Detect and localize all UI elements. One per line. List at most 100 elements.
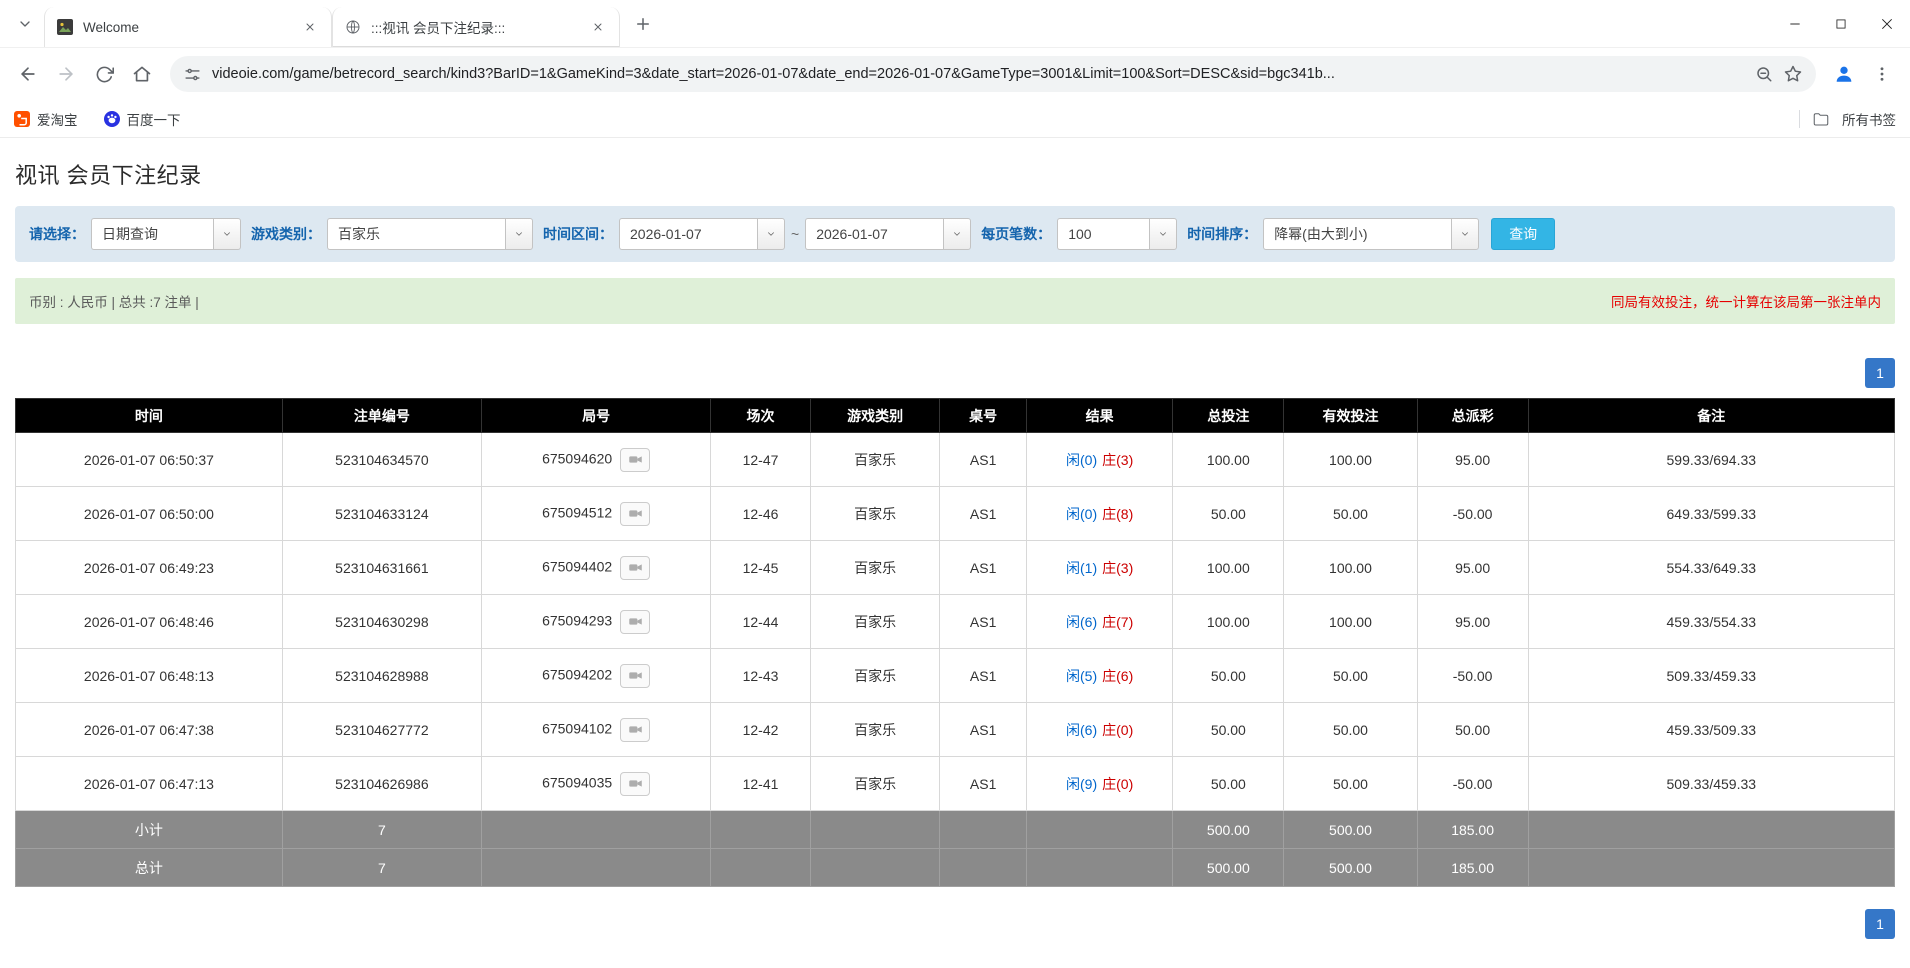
date-start-select[interactable]: 2026-01-07 [619, 218, 785, 250]
baidu-icon [103, 110, 120, 127]
sort-value[interactable]: 降幂(由大到小) [1263, 218, 1452, 250]
subtotal-row: 小计 7 500.00 500.00 185.00 [15, 810, 1896, 849]
cell-time: 2026-01-07 06:47:38 [15, 702, 283, 757]
cell-total-bet[interactable]: 50.00 [1172, 756, 1285, 811]
video-replay-button[interactable] [620, 771, 651, 796]
maximize-button[interactable] [1818, 0, 1864, 48]
search-button[interactable]: 查询 [1491, 218, 1556, 250]
cell-note: 554.33/649.33 [1527, 540, 1896, 595]
browser-window: Welcome :::视讯 会员下注纪录::: videoie.com/game… [0, 0, 1910, 968]
col-round: 局号 [480, 398, 712, 433]
cell-valid-bet: 50.00 [1283, 486, 1418, 541]
col-session: 场次 [710, 398, 811, 433]
pagination-top: 1 [15, 358, 1895, 388]
bookmark-taobao[interactable]: 爱淘宝 [14, 109, 78, 129]
cell-round: 675094102 [480, 702, 712, 757]
cell-total-bet[interactable]: 50.00 [1172, 486, 1285, 541]
tab-search-button[interactable] [10, 9, 40, 39]
result-banker: 庄(0) [1102, 775, 1134, 792]
tab-close-icon[interactable] [301, 18, 319, 36]
chevron-down-icon[interactable] [1451, 218, 1480, 250]
video-replay-button[interactable] [620, 663, 651, 688]
date-end-select[interactable]: 2026-01-07 [805, 218, 972, 250]
grand-total-payout: 185.00 [1416, 848, 1529, 887]
tab-welcome[interactable]: Welcome [44, 7, 332, 47]
cell-result: 闲(5) 庄(6) [1025, 648, 1174, 703]
cell-total-bet[interactable]: 100.00 [1172, 594, 1285, 649]
profile-avatar[interactable] [1826, 56, 1862, 92]
date-start-value[interactable]: 2026-01-07 [619, 218, 757, 250]
home-button[interactable] [124, 56, 160, 92]
refresh-button[interactable] [86, 56, 122, 92]
cell-round: 675094402 [480, 540, 712, 595]
back-button[interactable] [10, 56, 46, 92]
close-button[interactable] [1864, 0, 1910, 48]
video-replay-button[interactable] [620, 501, 651, 526]
bookmark-baidu[interactable]: 百度一下 [103, 109, 181, 129]
site-settings-icon[interactable] [184, 66, 201, 83]
page-size-select[interactable]: 100 [1057, 218, 1178, 250]
page-size-value[interactable]: 100 [1057, 218, 1150, 250]
cell-game-type: 百家乐 [809, 756, 941, 811]
url-text[interactable]: videoie.com/game/betrecord_search/kind3?… [212, 66, 1744, 82]
grand-total-label: 总计 [15, 848, 283, 887]
cell-total-bet[interactable]: 100.00 [1172, 432, 1285, 487]
chevron-down-icon [20, 21, 30, 27]
select-label: 请选择： [29, 226, 85, 242]
cell-bet-id: 523104631661 [281, 540, 482, 595]
browser-menu-icon[interactable] [1864, 56, 1900, 92]
game-type-value[interactable]: 百家乐 [327, 218, 505, 250]
cell-note: 509.33/459.33 [1527, 756, 1896, 811]
table-row: 2026-01-07 06:50:37 523104634570 6750946… [15, 432, 1896, 487]
query-type-value[interactable]: 日期查询 [91, 218, 213, 250]
chevron-down-icon[interactable] [505, 218, 533, 250]
query-type-select[interactable]: 日期查询 [91, 218, 241, 250]
tab-betrecord[interactable]: :::视讯 会员下注纪录::: [332, 7, 620, 47]
forward-button[interactable] [48, 56, 84, 92]
tab-close-icon[interactable] [589, 18, 607, 36]
bookmark-star-icon[interactable] [1784, 65, 1802, 83]
result-player: 闲(1) [1066, 559, 1098, 576]
cell-valid-bet: 100.00 [1283, 540, 1418, 595]
video-replay-button[interactable] [620, 717, 651, 742]
globe-icon [345, 19, 361, 35]
chevron-down-icon[interactable] [943, 218, 972, 250]
sort-select[interactable]: 降幂(由大到小) [1263, 218, 1480, 250]
video-replay-button[interactable] [620, 555, 651, 580]
zoom-icon[interactable] [1755, 65, 1773, 83]
cell-table-no: AS1 [939, 702, 1027, 757]
all-bookmarks[interactable]: 所有书签 [1799, 109, 1896, 129]
cell-bet-id: 523104627772 [281, 702, 482, 757]
cell-result: 闲(6) 庄(7) [1025, 594, 1174, 649]
page-1-button[interactable]: 1 [1865, 909, 1895, 939]
cell-total-bet[interactable]: 50.00 [1172, 648, 1285, 703]
result-banker: 庄(3) [1102, 559, 1134, 576]
chevron-down-icon[interactable] [757, 218, 785, 250]
cell-round: 675094512 [480, 486, 712, 541]
game-type-select[interactable]: 百家乐 [327, 218, 533, 250]
chevron-down-icon[interactable] [213, 218, 241, 250]
cell-game-type: 百家乐 [809, 486, 941, 541]
page-content: 视讯 会员下注纪录 请选择： 日期查询 游戏类别： 百家乐 时间区间： 2026… [0, 158, 1910, 939]
cell-time: 2026-01-07 06:47:13 [15, 756, 283, 811]
cell-bet-id: 523104626986 [281, 756, 482, 811]
taobao-icon [14, 110, 30, 127]
video-replay-button[interactable] [620, 609, 651, 634]
new-tab-button[interactable] [628, 9, 658, 39]
cell-total-bet[interactable]: 100.00 [1172, 540, 1285, 595]
cell-table-no: AS1 [939, 540, 1027, 595]
cell-time: 2026-01-07 06:50:00 [15, 486, 283, 541]
cell-total-bet[interactable]: 50.00 [1172, 702, 1285, 757]
page-size-label: 每页笔数： [981, 226, 1052, 242]
video-replay-button[interactable] [620, 447, 651, 472]
table-row: 2026-01-07 06:48:46 523104630298 6750942… [15, 594, 1896, 649]
cell-note: 599.33/694.33 [1527, 432, 1896, 487]
minimize-button[interactable] [1772, 0, 1818, 48]
chevron-down-icon[interactable] [1149, 218, 1178, 250]
cell-valid-bet: 50.00 [1283, 756, 1418, 811]
date-end-value[interactable]: 2026-01-07 [805, 218, 944, 250]
address-bar[interactable]: videoie.com/game/betrecord_search/kind3?… [170, 56, 1816, 92]
bookmarks-separator [1799, 109, 1800, 128]
summary-text: 币别 : 人民币 | 总共 :7 注单 | [29, 295, 199, 310]
page-1-button[interactable]: 1 [1865, 358, 1895, 388]
